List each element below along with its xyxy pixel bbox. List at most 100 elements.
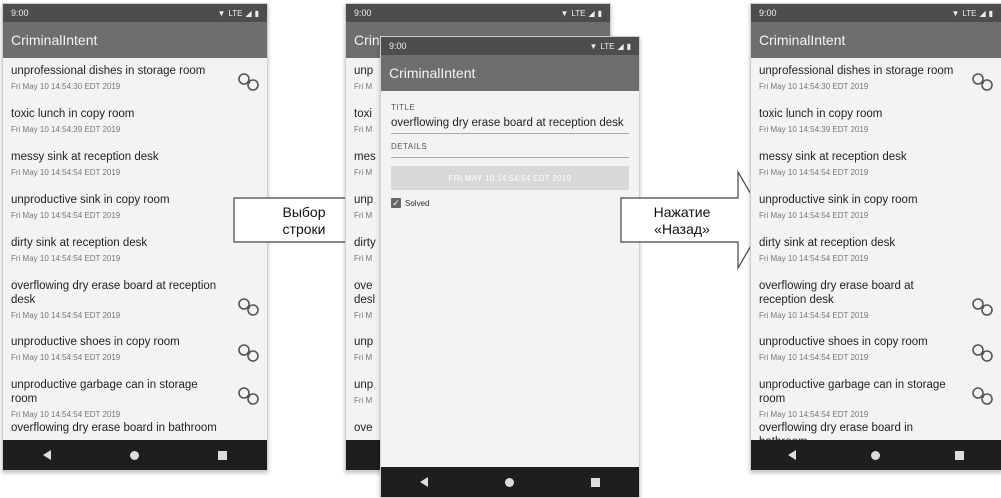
app-title: CriminalIntent (759, 32, 846, 48)
arrow-label-press-back: Нажатие «Назад» (653, 204, 711, 237)
crime-date: Fri May 10 14:54:54 EDT 2019 (11, 254, 121, 263)
crime-list-item[interactable]: unprofessional dishes in storage room Fri… (3, 58, 267, 101)
status-bar: 9:00 ▼ LTE ◢ ▮ (3, 4, 267, 22)
crime-title: overflowing dry erase board in bathroom (11, 422, 217, 434)
crime-title: unproductive sink in copy room (759, 194, 918, 206)
crime-title: unproductive sink in copy room (11, 194, 170, 206)
crime-date: Fri May 10 14:54:54 EDT 2019 (11, 311, 121, 320)
crime-date: Fri May 10 14:54:54 EDT 2019 (11, 211, 121, 220)
crime-list-item[interactable]: unproductive garbage can in storage room… (3, 372, 267, 419)
handcuffs-solved-icon (237, 297, 261, 317)
crime-list-item[interactable]: unproductive garbage can in storage room… (751, 372, 1001, 419)
app-bar: CriminalIntent (3, 22, 267, 58)
handcuffs-solved-icon (237, 386, 261, 406)
crime-list-item[interactable]: overflowing dry erase board at reception… (3, 273, 267, 329)
recents-icon[interactable] (954, 450, 964, 460)
crime-list-item[interactable]: toxic lunch in copy room Fri May 10 14:54… (3, 101, 267, 144)
crime-date: Fri May 10 14:54:54 EDT 2019 (759, 168, 869, 177)
recents-icon[interactable] (218, 450, 228, 460)
crime-list-item[interactable]: unproductive sink in copy room Fri May 10… (3, 187, 267, 230)
signal-icon: ◢ (588, 8, 595, 18)
crime-date-button[interactable]: FRI MAY 10 14:54:54 EDT 2019 (391, 166, 629, 190)
crime-list-item[interactable]: unproductive shoes in copy room Fri May 1… (751, 329, 1001, 372)
status-time: 9:00 (11, 8, 29, 18)
home-icon[interactable] (504, 477, 514, 487)
crime-title: unproductive shoes in copy room (759, 336, 928, 348)
battery-icon: ▮ (988, 8, 993, 18)
crime-list-item[interactable]: messy sink at reception desk Fri May 10 1… (3, 144, 267, 187)
checkbox-checked-icon[interactable]: ✓ (391, 198, 401, 208)
crime-title: unprofessional dishes in storage room (11, 65, 206, 77)
status-bar: 9:00 ▼ LTE ◢ ▮ (381, 37, 639, 55)
solved-checkbox-row[interactable]: ✓ Solved (391, 198, 629, 208)
crime-date: Fri May 10 14:54:54 EDT 2019 (759, 311, 869, 320)
crime-title-field[interactable]: overflowing dry erase board at reception… (391, 117, 629, 134)
navigation-bar (751, 440, 1001, 470)
wifi-icon: ▼ (951, 8, 960, 18)
back-icon[interactable] (42, 450, 51, 460)
status-time: 9:00 (389, 41, 407, 51)
crime-date: Fri May 10 14:54:54 EDT 2019 (11, 168, 121, 177)
crime-list-screen-after: 9:00 ▼ LTE ◢ ▮ CriminalIntent unprofessi… (750, 3, 1001, 471)
title-label: TITLE (391, 103, 416, 112)
network-label: LTE (571, 8, 586, 18)
navigation-bar (381, 467, 639, 497)
recents-icon[interactable] (591, 477, 601, 487)
crime-date: Fri May 10 14:54:39 EDT 2019 (759, 125, 869, 134)
battery-icon: ▮ (626, 41, 631, 51)
network-label: LTE (962, 8, 977, 18)
crime-list-screen-before: 9:00 ▼ LTE ◢ ▮ CriminalIntent unprofessi… (2, 3, 268, 471)
status-bar: 9:00 ▼ LTE ◢ ▮ (751, 4, 1001, 22)
crime-list[interactable]: unprofessional dishes in storage room Fri… (751, 58, 1001, 458)
crime-date: Fri May 10 14:54:54 EDT 2019 (759, 254, 869, 263)
status-icons: ▼ LTE ◢ ▮ (560, 9, 602, 18)
crime-list-item[interactable]: unproductive sink in copy room Fri May 10… (751, 187, 1001, 230)
signal-icon: ◢ (245, 8, 252, 18)
network-label: LTE (228, 8, 243, 18)
app-title: CriminalIntent (11, 32, 98, 48)
crime-list-item[interactable]: unproductive shoes in copy room Fri May 1… (3, 329, 267, 372)
crime-date: Fri May 10 14:54:39 EDT 2019 (11, 125, 121, 134)
status-icons: ▼ LTE ◢ ▮ (951, 9, 993, 18)
app-bar: CriminalIntent (381, 55, 639, 91)
crime-list-item[interactable]: dirty sink at reception desk Fri May 10 1… (751, 230, 1001, 273)
crime-detail-form: TITLE overflowing dry erase board at rec… (381, 91, 639, 216)
crime-title: unproductive shoes in copy room (11, 336, 180, 348)
crime-date: Fri May 10 14:54:54 EDT 2019 (759, 353, 869, 362)
back-icon[interactable] (419, 477, 428, 487)
crime-date: Fri May 10 14:54:30 EDT 2019 (759, 82, 869, 91)
crime-title: overflowing dry erase board at reception… (11, 280, 217, 306)
home-icon[interactable] (870, 450, 880, 460)
crime-list-item[interactable]: dirty sink at reception desk Fri May 10 1… (3, 230, 267, 273)
handcuffs-solved-icon (971, 386, 995, 406)
app-title: CriminalIntent (389, 65, 476, 81)
crime-date: Fri May 10 14:54:30 EDT 2019 (11, 82, 121, 91)
crime-date: Fri May 10 14:54:54 EDT 2019 (11, 353, 121, 362)
crime-title: messy sink at reception desk (11, 151, 159, 163)
crime-title: dirty sink at reception desk (759, 237, 896, 249)
crime-list[interactable]: unprofessional dishes in storage room Fri… (3, 58, 267, 458)
wifi-icon: ▼ (217, 8, 226, 18)
crime-title: unproductive garbage can in storage room (11, 379, 198, 405)
navigation-bar (3, 440, 267, 470)
status-bar: 9:00 ▼ LTE ◢ ▮ (346, 4, 610, 22)
crime-list-item[interactable]: toxic lunch in copy room Fri May 10 14:54… (751, 101, 1001, 144)
crime-title: toxic lunch in copy room (759, 108, 883, 120)
crime-list-item[interactable]: unprofessional dishes in storage room Fri… (751, 58, 1001, 101)
crime-title: unproductive garbage can in storage room (759, 379, 946, 405)
battery-icon: ▮ (254, 8, 259, 18)
back-icon[interactable] (788, 450, 797, 460)
crime-title: toxic lunch in copy room (11, 108, 135, 120)
arrow-label-select-row: Выбор строки (282, 204, 326, 237)
network-label: LTE (600, 41, 615, 51)
crime-list-item[interactable]: messy sink at reception desk Fri May 10 1… (751, 144, 1001, 187)
home-icon[interactable] (129, 450, 139, 460)
solved-label: Solved (405, 198, 430, 208)
crime-title: dirty sink at reception desk (11, 237, 148, 249)
crime-list-item[interactable]: overflowing dry erase board at reception… (751, 273, 1001, 329)
crime-detail-screen: 9:00 ▼ LTE ◢ ▮ CriminalIntent TITLE over… (380, 36, 640, 498)
crime-date: Fri May 10 14:54:54 EDT 2019 (759, 211, 869, 220)
crime-title: unprofessional dishes in storage room (759, 65, 954, 77)
handcuffs-solved-icon (237, 343, 261, 363)
signal-icon: ◢ (979, 8, 986, 18)
